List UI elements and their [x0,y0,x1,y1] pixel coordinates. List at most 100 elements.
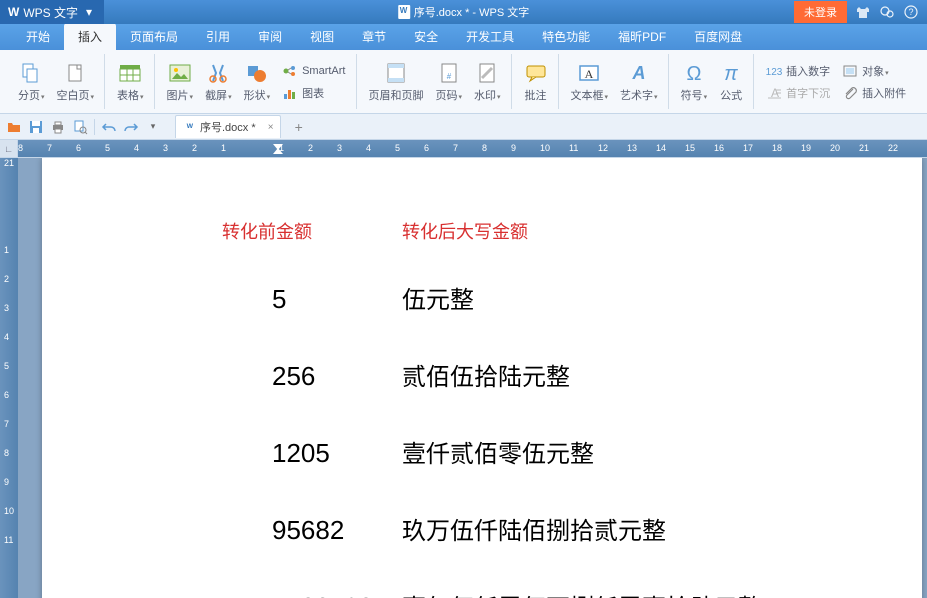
ruler-tick: 7 [47,143,52,153]
tab-foxitpdf[interactable]: 福昕PDF [604,23,680,50]
add-tab-button[interactable]: + [287,119,311,135]
watermark-icon [475,61,499,85]
image-icon [168,61,192,85]
document-icon [398,5,410,19]
attachment-button[interactable]: 插入附件 [838,83,910,103]
ruler-corner: ∟ [0,140,18,157]
screenshot-button[interactable]: 截屏▾ [201,59,236,105]
chart-button[interactable]: 图表 [278,83,349,103]
ribbon-group-table: 表格▾ [107,54,155,109]
ribbon-group-misc: 123 插入数字 A 首字下沉 对象▾ 插入附件 [756,54,916,109]
symbol-button[interactable]: Ω 符号▾ [677,59,712,105]
ribbon-group-headerfooter: 页眉和页脚 # 页码▾ 水印▾ [359,54,512,109]
document-tab[interactable]: 序号.docx * × [175,115,281,138]
ruler-tick: 11 [4,535,13,545]
open-icon[interactable] [6,119,22,135]
ruler-tick: 4 [134,143,139,153]
textbox-icon: A [577,61,601,85]
undo-icon[interactable] [101,119,117,135]
ribbon-group-symbol: Ω 符号▾ π 公式 [671,54,755,109]
indent-marker[interactable] [273,140,283,157]
object-button[interactable]: 对象▾ [838,61,910,81]
tab-security[interactable]: 安全 [400,23,452,50]
close-icon[interactable]: × [268,122,274,133]
skin-icon[interactable] [855,4,871,20]
table-button[interactable]: 表格▾ [113,59,148,105]
wechat-icon[interactable] [879,4,895,20]
tab-baidupan[interactable]: 百度网盘 [680,23,756,50]
ruler-tick: 22 [888,143,898,153]
attachment-label: 插入附件 [862,85,906,101]
ruler-vertical[interactable]: 211234567891011 [0,158,18,598]
headerfooter-icon [384,61,408,85]
amount-chinese: 玖万伍仟陆佰捌拾贰元整 [402,511,666,546]
quick-access-bar: ▾ 序号.docx * × + [0,114,927,140]
ribbon-col-chart: SmartArt 图表 [278,61,349,103]
table-row: 256贰佰伍拾陆元整 [122,357,842,392]
ruler-tick: 3 [4,303,9,313]
ruler-tick: 6 [424,143,429,153]
more-icon[interactable]: ▾ [145,119,161,135]
amount-chinese: 壹亿伍仟零伍万捌仟零壹拾肆元整 [402,588,762,598]
insertnum-icon: 123 [766,63,782,79]
redo-icon[interactable] [123,119,139,135]
tab-chapter[interactable]: 章节 [348,23,400,50]
save-icon[interactable] [28,119,44,135]
tab-reference[interactable]: 引用 [192,23,244,50]
ruler-tick: 1 [221,143,226,153]
help-icon[interactable]: ? [903,4,919,20]
tab-review[interactable]: 审阅 [244,23,296,50]
symbol-label: 符号▾ [681,87,708,103]
tab-start[interactable]: 开始 [12,23,64,50]
tab-view[interactable]: 视图 [296,23,348,50]
dropcap-icon: A [766,85,782,101]
document-content: 转化前金额 转化后大写金额 5伍元整256贰佰伍拾陆元整1205壹仟贰佰零伍元整… [122,218,842,598]
comment-button[interactable]: 批注 [520,59,552,105]
amount-number: 1205 [122,438,402,469]
watermark-button[interactable]: 水印▾ [470,59,505,105]
ruler-tick: 2 [308,143,313,153]
smartart-button[interactable]: SmartArt [278,61,349,81]
printpreview-icon[interactable] [72,119,88,135]
chevron-down-icon[interactable]: ▾ [82,5,96,19]
print-icon[interactable] [50,119,66,135]
ruler-tick: 17 [743,143,753,153]
insertnum-button[interactable]: 123 插入数字 [762,61,834,81]
blankpage-button[interactable]: 空白页▾ [53,59,99,105]
document-canvas[interactable]: 转化前金额 转化后大写金额 5伍元整256贰佰伍拾陆元整1205壹仟贰佰零伍元整… [18,158,927,598]
app-badge[interactable]: W WPS 文字 ▾ [0,0,104,24]
wordart-button[interactable]: A 艺术字▾ [616,59,662,105]
comment-label: 批注 [525,87,547,103]
tab-pagelayout[interactable]: 页面布局 [116,23,192,50]
object-label: 对象▾ [862,63,889,79]
ruler-tick: 3 [163,143,168,153]
headerfooter-button[interactable]: 页眉和页脚 [365,59,428,105]
insertnum-label: 插入数字 [786,63,830,79]
amount-number: 5 [122,284,402,315]
ruler-tick: 9 [4,477,9,487]
title-right: 未登录 ? [794,1,927,23]
ruler-tick: 10 [540,143,550,153]
ribbon-group-text: A 文本框▾ A 艺术字▾ [561,54,669,109]
formula-label: 公式 [720,87,742,103]
ruler-tick: 12 [598,143,608,153]
svg-text:?: ? [908,7,913,17]
ruler-horizontal[interactable]: 8765432112345678910111213141516171819202… [18,140,927,157]
tab-insert[interactable]: 插入 [64,23,116,50]
formula-button[interactable]: π 公式 [715,59,747,105]
dropcap-button[interactable]: A 首字下沉 [762,83,834,103]
ribbon-group-illustrations: 图片▾ 截屏▾ 形状▾ SmartArt 图表 [157,54,357,109]
app-name: WPS 文字 [23,4,78,21]
menu-bar: 开始 插入 页面布局 引用 审阅 视图 章节 安全 开发工具 特色功能 福昕PD… [0,24,927,50]
login-button[interactable]: 未登录 [794,1,847,23]
pagenum-label: 页码▾ [436,87,463,103]
textbox-button[interactable]: A 文本框▾ [567,59,613,105]
tab-features[interactable]: 特色功能 [528,23,604,50]
comment-icon [524,61,548,85]
pagenum-button[interactable]: # 页码▾ [432,59,467,105]
document-page[interactable]: 转化前金额 转化后大写金额 5伍元整256贰佰伍拾陆元整1205壹仟贰佰零伍元整… [42,158,922,598]
paging-button[interactable]: 分页▾ [14,59,49,105]
tab-devtools[interactable]: 开发工具 [452,23,528,50]
shape-button[interactable]: 形状▾ [240,59,275,105]
image-button[interactable]: 图片▾ [163,59,198,105]
